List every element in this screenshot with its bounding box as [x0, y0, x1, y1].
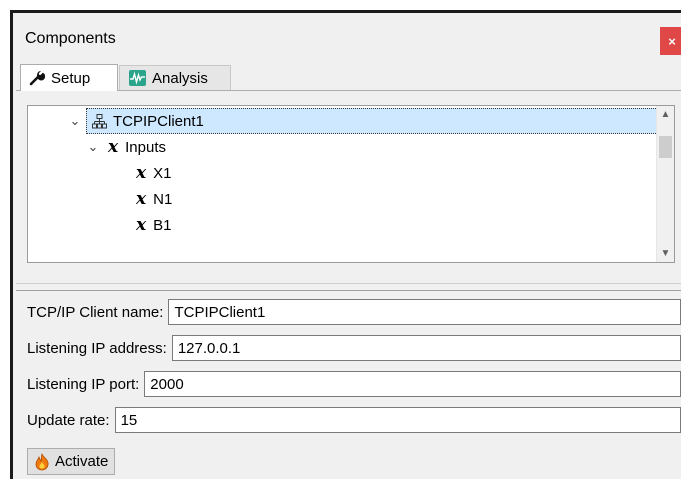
flame-icon	[34, 452, 50, 471]
splitter-line	[16, 290, 681, 291]
chevron-down-icon[interactable]: ⌄	[68, 113, 82, 129]
variable-x-icon: x	[136, 163, 147, 183]
ip-address-row: Listening IP address: 127.0.0.1	[27, 335, 681, 361]
ip-port-field[interactable]: 2000	[144, 371, 681, 397]
activate-label: Activate	[55, 453, 109, 470]
ip-address-label: Listening IP address:	[27, 339, 167, 357]
tree-node-inputs[interactable]: ⌄ x Inputs	[86, 134, 166, 160]
activate-button[interactable]: Activate	[27, 448, 116, 475]
ip-address-field[interactable]: 127.0.0.1	[171, 335, 681, 361]
tree-item-x1[interactable]: x X1	[136, 160, 172, 186]
tree-node-root[interactable]: ⌄ TCPIPClient1	[68, 108, 204, 134]
client-name-field[interactable]: TCPIPClient1	[168, 299, 681, 325]
tree-node-label: TCPIPClient1	[113, 112, 204, 130]
tab-setup[interactable]: Setup	[20, 64, 118, 91]
tab-analysis[interactable]: Analysis	[119, 65, 231, 90]
components-window: Components × Setup Analysis ⌄ TCPIPClien…	[10, 10, 681, 479]
tree-item-n1[interactable]: x N1	[136, 186, 172, 212]
scroll-down-icon[interactable]: ▼	[657, 245, 674, 262]
variable-x-icon: x	[108, 137, 119, 157]
client-name-row: TCP/IP Client name: TCPIPClient1	[27, 299, 681, 325]
chevron-down-icon[interactable]: ⌄	[86, 139, 100, 155]
network-icon	[92, 113, 107, 129]
splitter[interactable]	[16, 283, 681, 284]
window-title: Components	[25, 30, 116, 47]
variable-x-icon: x	[136, 189, 147, 209]
tree-scrollbar[interactable]: ▲ ▼	[656, 106, 674, 262]
component-tree[interactable]: ⌄ TCPIPClient1 ⌄ x Inputs x X1 x N1 x B1…	[27, 105, 675, 263]
client-name-label: TCP/IP Client name:	[27, 303, 164, 321]
wrench-icon	[29, 70, 45, 86]
scrollbar-thumb[interactable]	[659, 136, 672, 158]
close-button[interactable]: ×	[660, 27, 681, 55]
tab-analysis-label: Analysis	[152, 69, 208, 87]
update-rate-row: Update rate: 15	[27, 407, 681, 433]
tree-node-label: Inputs	[125, 138, 167, 156]
update-rate-label: Update rate:	[27, 411, 110, 429]
ip-port-row: Listening IP port: 2000	[27, 371, 681, 397]
tree-item-label: N1	[153, 190, 173, 208]
tab-setup-label: Setup	[51, 69, 91, 87]
tree-item-label: X1	[153, 164, 172, 182]
update-rate-field[interactable]: 15	[114, 407, 681, 433]
scroll-up-icon[interactable]: ▲	[657, 106, 674, 123]
ip-port-label: Listening IP port:	[27, 375, 140, 393]
variable-x-icon: x	[136, 215, 147, 235]
waveform-icon	[129, 70, 146, 86]
tree-item-b1[interactable]: x B1	[136, 212, 172, 238]
close-icon: ×	[668, 33, 676, 49]
tree-item-label: B1	[153, 216, 172, 234]
